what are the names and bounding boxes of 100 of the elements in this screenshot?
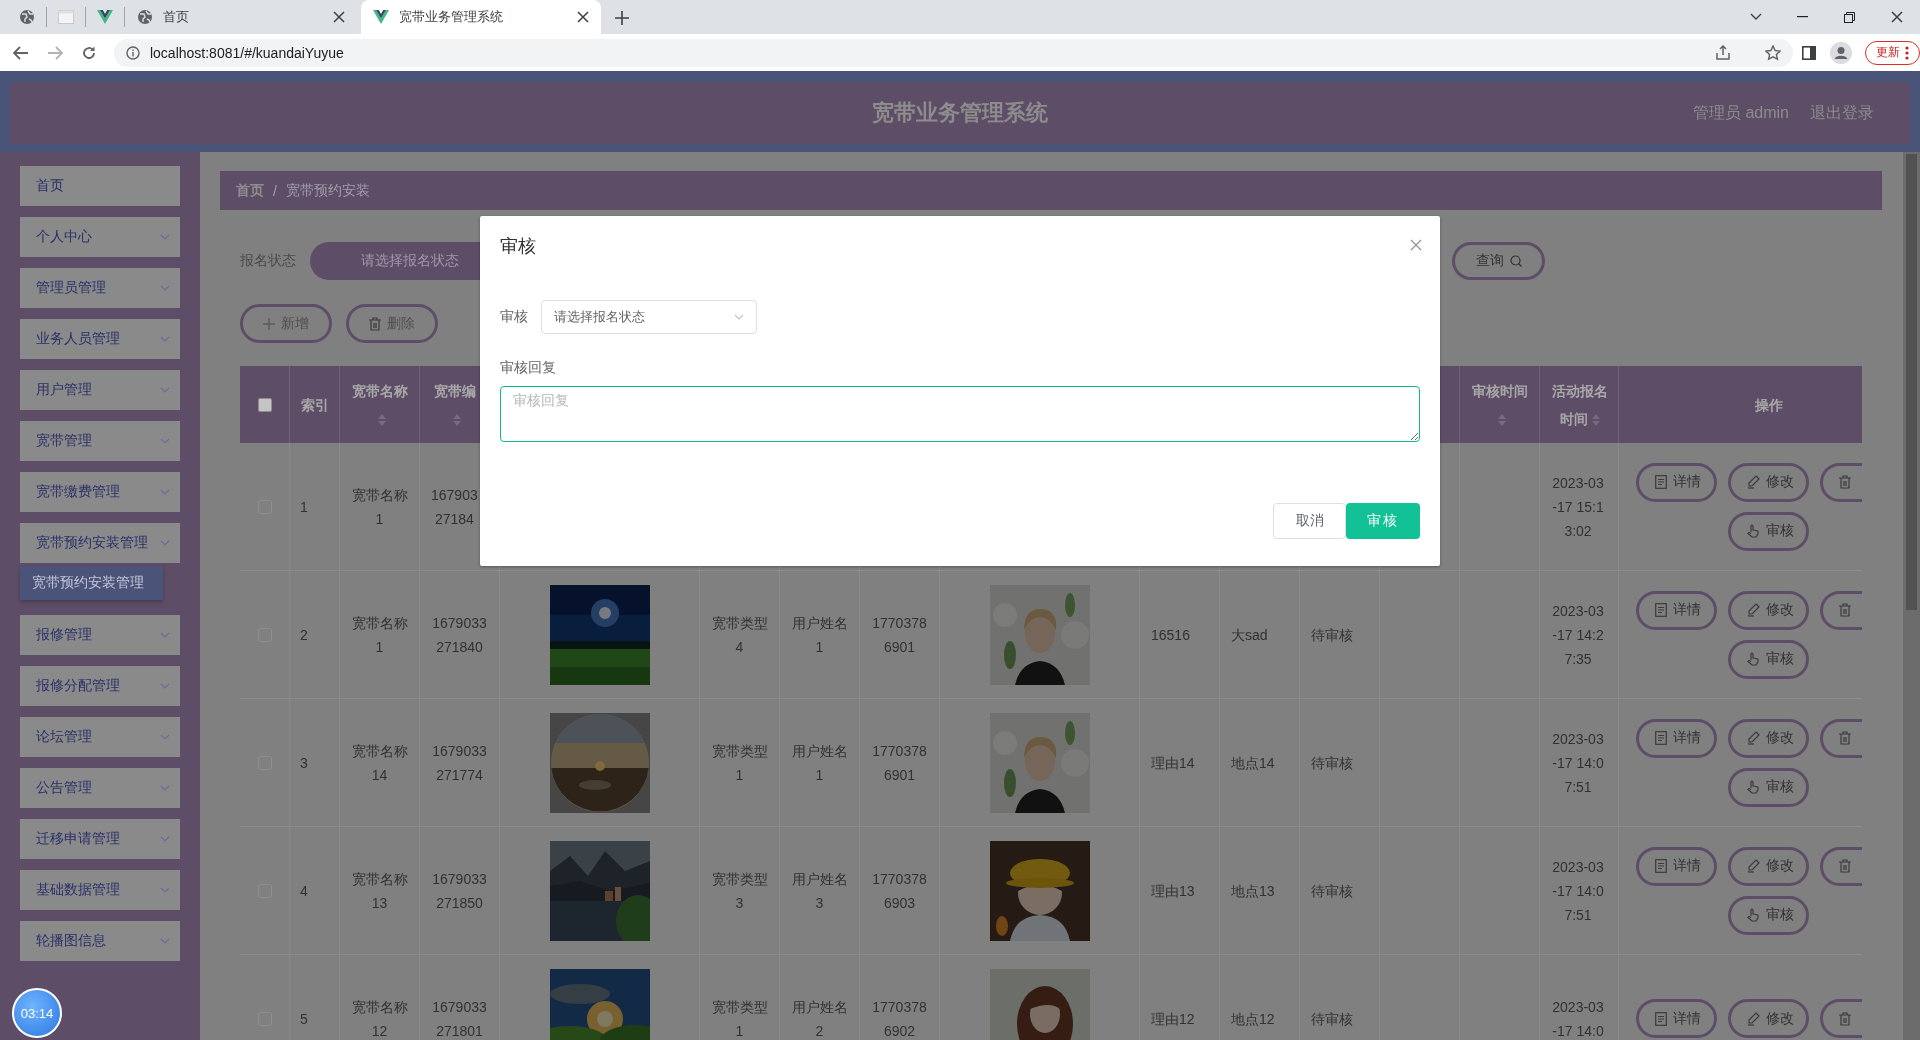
table-cell-text: 1 bbox=[300, 497, 308, 517]
detail-button[interactable]: 详情 bbox=[1636, 846, 1717, 886]
close-icon[interactable] bbox=[1890, 11, 1903, 23]
review-button[interactable]: 审核 bbox=[1728, 511, 1809, 551]
submenu-item[interactable]: 宽带预约安装管理 bbox=[20, 566, 163, 600]
menu-item[interactable]: 报修分配管理 bbox=[20, 666, 180, 706]
menu-item[interactable]: 论坛管理 bbox=[20, 717, 180, 757]
column-header[interactable]: 宽带编 bbox=[432, 376, 478, 433]
table-cell-text: 宽带名称1 bbox=[351, 485, 408, 529]
document-icon bbox=[1655, 1011, 1667, 1026]
info-icon[interactable] bbox=[125, 45, 140, 60]
review-button[interactable]: 审核 bbox=[1728, 767, 1809, 807]
chevron-down-icon bbox=[160, 836, 170, 842]
table-cell-text: 用户姓名2 bbox=[791, 997, 848, 1040]
table-cell-text: 1679033271850 bbox=[431, 869, 488, 913]
browser-tab[interactable]: 宽带业务管理系统 bbox=[361, 0, 601, 34]
trash-icon bbox=[1839, 731, 1851, 745]
review-button[interactable]: 审核 bbox=[1728, 639, 1809, 679]
document-icon bbox=[1655, 475, 1667, 489]
review-button[interactable]: 审核 bbox=[1728, 895, 1809, 935]
status-select[interactable]: 请选择报名状态 bbox=[310, 242, 482, 280]
edit-button[interactable]: 修改 bbox=[1728, 846, 1809, 886]
edit-button[interactable]: 修改 bbox=[1728, 718, 1809, 758]
menu-item[interactable]: 基础数据管理 bbox=[20, 870, 180, 910]
minimize-icon[interactable] bbox=[1797, 16, 1808, 18]
detail-button[interactable]: 详情 bbox=[1636, 718, 1717, 758]
field-label: 审核回复 bbox=[500, 359, 557, 377]
chevron-down-icon bbox=[160, 683, 170, 689]
trash-icon bbox=[1839, 475, 1851, 489]
table-cell-text: 1679033271774 bbox=[431, 741, 488, 785]
detail-button[interactable]: 详情 bbox=[1636, 590, 1717, 630]
search-button[interactable]: 查询 bbox=[1452, 242, 1545, 280]
scrollbar-thumb[interactable] bbox=[1906, 154, 1917, 610]
menu-item[interactable]: 管理员管理 bbox=[20, 268, 180, 308]
v-logo-icon bbox=[373, 10, 389, 24]
pencil-icon bbox=[1747, 859, 1760, 873]
menu-item[interactable]: 迁移申请管理 bbox=[20, 819, 180, 859]
more-icon[interactable] bbox=[1905, 45, 1909, 60]
menu-item[interactable]: 首页 bbox=[20, 166, 180, 206]
column-header[interactable]: 审核时间 bbox=[1472, 376, 1528, 433]
table-cell-text: 2023-03-17 14:0 bbox=[1551, 997, 1605, 1040]
menu-item[interactable]: 业务人员管理 bbox=[20, 319, 180, 359]
chevron-down-icon bbox=[160, 234, 170, 240]
side-panel-icon[interactable] bbox=[1802, 45, 1817, 60]
reload-icon[interactable] bbox=[81, 45, 96, 60]
menu-item[interactable]: 宽带预约安装管理 bbox=[20, 523, 180, 563]
table-cell-text: 宽带类型1 bbox=[711, 997, 768, 1040]
status-select[interactable]: 请选择报名状态 bbox=[541, 300, 757, 334]
restore-icon[interactable] bbox=[1844, 11, 1855, 23]
breadcrumb-link[interactable]: 首页 bbox=[236, 181, 264, 200]
v-logo-icon bbox=[97, 10, 113, 24]
table-cell-text: 17703786901 bbox=[871, 741, 928, 785]
menu-item[interactable]: 用户管理 bbox=[20, 370, 180, 410]
column-header[interactable]: 宽带名称 bbox=[352, 376, 408, 433]
table-cell-text: 理由14 bbox=[1151, 753, 1195, 773]
chevron-down-icon bbox=[160, 387, 170, 393]
chevron-down-icon[interactable] bbox=[1749, 13, 1762, 21]
update-button[interactable]: 更新 bbox=[1865, 40, 1920, 65]
edit-button[interactable]: 修改 bbox=[1728, 590, 1809, 630]
column-header: 操作 bbox=[1754, 395, 1783, 415]
menu-item[interactable]: 公告管理 bbox=[20, 768, 180, 808]
document-icon bbox=[1655, 731, 1667, 745]
table-cell-text: 5 bbox=[300, 1009, 308, 1029]
close-icon[interactable] bbox=[333, 11, 345, 23]
edit-button[interactable]: 修改 bbox=[1728, 462, 1809, 502]
menu-item[interactable]: 宽带缴费管理 bbox=[20, 472, 180, 512]
checkbox[interactable] bbox=[257, 397, 272, 412]
detail-button[interactable]: 详情 bbox=[1636, 462, 1717, 502]
confirm-button[interactable]: 审核 bbox=[1346, 503, 1420, 539]
browser-tab[interactable]: 首页 bbox=[125, 0, 357, 34]
pencil-icon bbox=[1747, 731, 1760, 745]
star-icon[interactable] bbox=[1765, 44, 1782, 61]
table-cell-text: 地点13 bbox=[1231, 881, 1275, 901]
cancel-button[interactable]: 取消 bbox=[1273, 503, 1346, 539]
back-icon[interactable] bbox=[13, 45, 29, 60]
table-cell-text: 宽带名称14 bbox=[351, 741, 408, 785]
table-cell-text: 2023-03-17 14:27:35 bbox=[1551, 601, 1605, 669]
detail-button[interactable]: 详情 bbox=[1636, 999, 1717, 1038]
menu-item[interactable]: 个人中心 bbox=[20, 217, 180, 257]
menu-item[interactable]: 宽带管理 bbox=[20, 421, 180, 461]
table-cell-text: 地点14 bbox=[1231, 753, 1275, 773]
logout-link[interactable]: 退出登录 bbox=[1810, 102, 1874, 124]
table-cell-text: 宽带名称12 bbox=[351, 997, 408, 1040]
column-header: 索引 bbox=[300, 395, 329, 415]
sort-icon bbox=[1592, 413, 1600, 426]
table-cell-text: 宽带类型3 bbox=[711, 869, 768, 913]
sort-icon bbox=[1498, 413, 1506, 426]
profile-icon[interactable] bbox=[1830, 41, 1853, 64]
chevron-down-icon bbox=[160, 785, 170, 791]
edit-button[interactable]: 修改 bbox=[1728, 999, 1809, 1038]
close-icon[interactable] bbox=[577, 11, 589, 23]
reply-field[interactable]: 审核回复 bbox=[500, 386, 1420, 442]
table-cell-text: 2 bbox=[300, 625, 308, 645]
new-tab-icon[interactable] bbox=[615, 11, 629, 25]
plus-icon bbox=[263, 317, 275, 330]
column-header[interactable]: 活动报名时间 bbox=[1552, 376, 1608, 433]
share-icon[interactable] bbox=[1715, 44, 1732, 61]
menu-item[interactable]: 报修管理 bbox=[20, 615, 180, 655]
table-cell-text: 待审核 bbox=[1311, 625, 1353, 645]
menu-item[interactable]: 轮播图信息 bbox=[20, 921, 180, 961]
